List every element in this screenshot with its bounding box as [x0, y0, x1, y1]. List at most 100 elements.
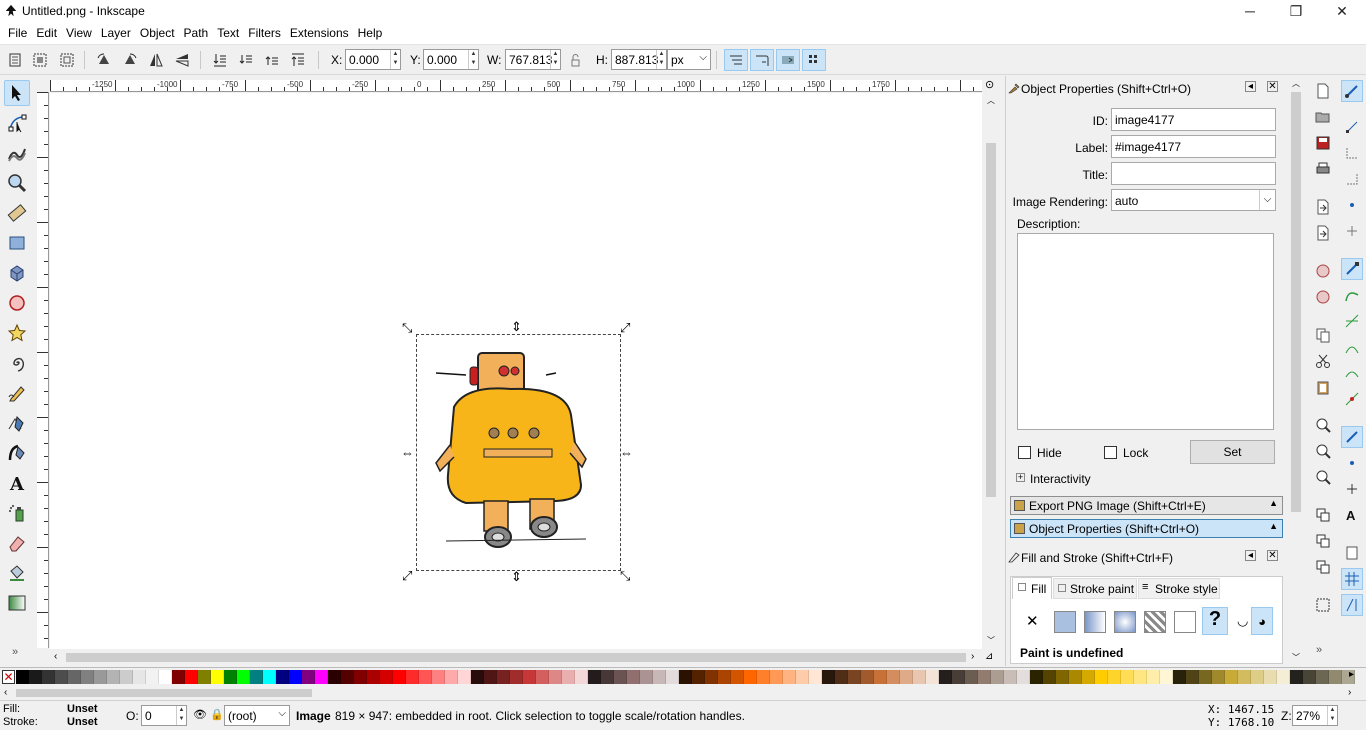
palette-swatch[interactable]	[731, 670, 744, 684]
zoom-selection-icon[interactable]	[1312, 414, 1334, 436]
maximize-button[interactable]: ❐	[1273, 0, 1319, 22]
clone-icon[interactable]	[1312, 530, 1334, 552]
palette-scroll-left-icon[interactable]: ‹	[4, 687, 7, 698]
import-icon[interactable]	[1312, 196, 1334, 218]
h-input[interactable]: 887.813 ▲ ▼	[611, 49, 667, 70]
scroll-down-icon[interactable]: ﹀	[987, 635, 995, 646]
palette-swatch[interactable]	[1264, 670, 1277, 684]
menu-view[interactable]: View	[62, 23, 96, 40]
raise-icon[interactable]	[262, 50, 282, 70]
palette-swatch[interactable]	[224, 670, 237, 684]
palette-swatch[interactable]	[315, 670, 328, 684]
layer-select[interactable]: (root) ⌵	[224, 705, 290, 726]
palette-swatch[interactable]	[809, 670, 822, 684]
opacity-spin-arrows[interactable]: ▲ ▼	[176, 706, 186, 725]
snap-cusp-icon[interactable]	[1341, 336, 1363, 358]
palette-swatch[interactable]	[900, 670, 913, 684]
palette-swatch[interactable]	[510, 670, 523, 684]
palette-swatch[interactable]	[406, 670, 419, 684]
description-textarea[interactable]	[1017, 233, 1274, 430]
menu-layer[interactable]: Layer	[97, 23, 135, 40]
resize-handle-ne-icon[interactable]: ⤢	[620, 320, 630, 336]
pattern-icon[interactable]	[1144, 611, 1166, 633]
palette-swatch[interactable]	[276, 670, 289, 684]
scroll-right-icon[interactable]: ›	[971, 651, 974, 662]
vertical-ruler[interactable]	[37, 92, 49, 648]
snap-grid-icon[interactable]	[1341, 568, 1363, 590]
spiral-tool-icon[interactable]	[4, 350, 30, 376]
stroke-status-value[interactable]: Unset	[67, 716, 98, 728]
resize-handle-nw-icon[interactable]: ⤡	[402, 320, 412, 336]
palette-swatch[interactable]	[120, 670, 133, 684]
palette-swatch[interactable]	[952, 670, 965, 684]
print-icon[interactable]	[1312, 158, 1334, 180]
palette-swatch[interactable]	[1017, 670, 1030, 684]
star-tool-icon[interactable]	[4, 320, 30, 346]
transform-gradients-icon[interactable]	[776, 49, 800, 71]
h-spin-arrows[interactable]: ▲ ▼	[656, 50, 666, 69]
fill-rule-nonzero-icon[interactable]: ◕	[1251, 607, 1273, 635]
dock-scroll-thumb[interactable]	[1291, 92, 1301, 512]
palette-swatch[interactable]	[757, 670, 770, 684]
rotate-ccw-icon[interactable]	[94, 50, 114, 70]
transform-patterns-icon[interactable]	[802, 49, 826, 71]
3d-box-tool-icon[interactable]	[4, 260, 30, 286]
palette-swatch[interactable]	[211, 670, 224, 684]
snap-bbox-edge-icon[interactable]	[1341, 142, 1363, 164]
snap-bbox-center-icon[interactable]	[1341, 220, 1363, 242]
menu-file[interactable]: File	[4, 23, 31, 40]
palette-swatch[interactable]	[445, 670, 458, 684]
group-icon[interactable]	[1312, 594, 1334, 616]
save-icon[interactable]	[1312, 132, 1334, 154]
palette-swatch[interactable]	[718, 670, 731, 684]
palette-swatch[interactable]	[939, 670, 952, 684]
no-paint-icon[interactable]: ✕	[1026, 612, 1039, 630]
palette-swatch[interactable]	[640, 670, 653, 684]
redo-icon[interactable]	[1312, 286, 1334, 308]
resize-handle-s-icon[interactable]: ⇕	[511, 569, 522, 585]
snap-bbox-icon[interactable]	[1341, 116, 1363, 138]
w-input[interactable]: 767.813 ▲ ▼	[505, 49, 561, 70]
resize-handle-sw-icon[interactable]: ⤢	[402, 568, 412, 584]
palette-swatch[interactable]	[341, 670, 354, 684]
palette-swatch[interactable]	[887, 670, 900, 684]
palette-swatch[interactable]	[432, 670, 445, 684]
palette-swatch[interactable]	[289, 670, 302, 684]
palette-swatch[interactable]	[237, 670, 250, 684]
tweak-tool-icon[interactable]	[4, 140, 30, 166]
export-png-panel-tab[interactable]: Export PNG Image (Shift+Ctrl+E) ▲	[1010, 496, 1283, 515]
snap-intersection-icon[interactable]	[1341, 310, 1363, 332]
menu-text[interactable]: Text	[213, 23, 243, 40]
resize-handle-n-icon[interactable]: ⇕	[511, 319, 522, 335]
palette-swatch[interactable]	[1069, 670, 1082, 684]
gradient-tool-icon[interactable]	[4, 590, 30, 616]
layer-visibility-icon[interactable]: 👁	[193, 708, 207, 721]
deselect-icon[interactable]	[57, 50, 77, 70]
snap-smooth-icon[interactable]	[1341, 362, 1363, 384]
object-properties-panel-tab[interactable]: Object Properties (Shift+Ctrl+O) ▲	[1010, 519, 1283, 538]
palette-swatch[interactable]	[796, 670, 809, 684]
menu-path[interactable]: Path	[180, 23, 213, 40]
snap-midpoint-icon[interactable]	[1341, 388, 1363, 410]
palette-swatch[interactable]	[835, 670, 848, 684]
palette-swatch[interactable]	[1108, 670, 1121, 684]
linear-gradient-icon[interactable]	[1084, 611, 1106, 633]
palette-scroll-right-icon[interactable]: ›	[1348, 687, 1351, 698]
selector-tool-icon[interactable]	[4, 80, 30, 106]
scroll-left-icon[interactable]: ‹	[54, 651, 57, 662]
opacity-input[interactable]: 0 ▲ ▼	[141, 705, 187, 726]
interactivity-expander[interactable]: Interactivity	[1030, 472, 1091, 486]
calligraphy-tool-icon[interactable]	[4, 440, 30, 466]
palette-swatch[interactable]	[42, 670, 55, 684]
palette-swatch[interactable]	[861, 670, 874, 684]
title-field[interactable]	[1111, 162, 1276, 185]
x-input[interactable]: 0.000 ▲ ▼	[345, 49, 401, 70]
vertical-scrollbar[interactable]: ︿ ﹀	[984, 93, 998, 649]
drawing-canvas[interactable]: ⤡ ⇕ ⤢ ⇔ ⇔ ⤢ ⇕ ⤡	[50, 93, 982, 649]
palette-swatch[interactable]	[1199, 670, 1212, 684]
palette-swatch[interactable]	[198, 670, 211, 684]
palette-swatch[interactable]	[523, 670, 536, 684]
palette-swatch[interactable]	[1043, 670, 1056, 684]
horizontal-scrollbar[interactable]: ‹ ›	[50, 651, 982, 664]
palette-swatch[interactable]	[354, 670, 367, 684]
